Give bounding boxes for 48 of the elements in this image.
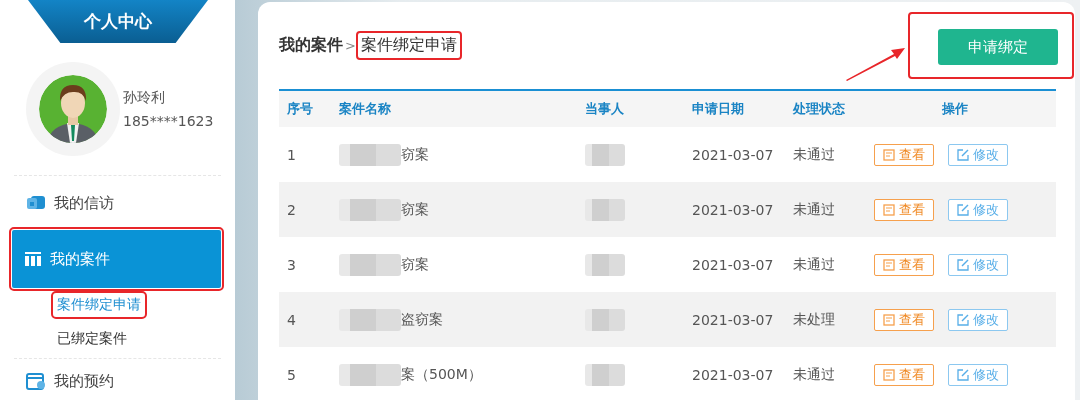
table-cell-text: 2021-03-07 [691, 365, 775, 385]
submenu-item[interactable]: 案件绑定申请 [54, 294, 144, 316]
table-cell: 窃案 [401, 145, 429, 164]
table-cell: 案（500M） [401, 365, 482, 384]
breadcrumb-separator: > [345, 38, 356, 53]
table-cell-text: 未通过 [792, 254, 836, 274]
column-header: 案件名称 [331, 91, 577, 127]
column-header: 处理状态 [785, 91, 866, 127]
view-button[interactable]: 查看 [874, 308, 934, 331]
table-cell-text: 3 [286, 255, 297, 275]
table-cell-text: 1 [286, 145, 297, 165]
table-cell: 盗窃案 [401, 310, 443, 329]
table-cell-text: 未通过 [792, 144, 836, 164]
table-cell: 未处理 [785, 292, 866, 347]
column-header: 操作 [866, 91, 1056, 127]
table-cell: 窃案 [401, 255, 429, 274]
table-cell-text: 5 [286, 365, 297, 385]
edit-button[interactable]: 修改 [948, 143, 1008, 166]
edit-button[interactable]: 修改 [948, 363, 1008, 386]
view-button[interactable]: 查看 [874, 143, 934, 166]
table-cell: 2021-03-07 [684, 292, 785, 347]
table-cell: 2 [279, 182, 331, 237]
table-cell: 未通过 [785, 182, 866, 237]
submenu-item[interactable]: 已绑定案件 [54, 328, 130, 350]
table-cell-text: 未通过 [792, 364, 836, 384]
column-header: 申请日期 [684, 91, 785, 127]
breadcrumb-current: 案件绑定申请 [357, 33, 460, 58]
apply-bind-button[interactable]: 申请绑定 [938, 29, 1058, 65]
column-header: 序号 [279, 91, 331, 127]
view-button[interactable]: 查看 [874, 363, 934, 386]
edit-button[interactable]: 修改 [948, 198, 1008, 221]
table-cell: 窃案 [401, 200, 429, 219]
sidebar-title: 个人中心 [28, 0, 208, 43]
breadcrumb-parent[interactable]: 我的案件 [279, 35, 343, 56]
edit-button[interactable]: 修改 [948, 253, 1008, 276]
menu-item[interactable]: 我的案件 [12, 230, 221, 288]
table-cell-text: 2021-03-07 [691, 255, 775, 275]
menu-item[interactable]: 我的信访 [0, 176, 235, 230]
view-button[interactable]: 查看 [874, 198, 934, 221]
user-name: 孙玲利 [123, 88, 166, 107]
table-cell-text: 2021-03-07 [691, 145, 775, 165]
table-cell: 4 [279, 292, 331, 347]
user-phone: 185****1623 [123, 112, 214, 131]
view-button[interactable]: 查看 [874, 253, 934, 276]
menu-item[interactable]: 我的预约 [0, 359, 235, 400]
edit-button[interactable]: 修改 [948, 308, 1008, 331]
column-header: 当事人 [577, 91, 684, 127]
table-cell: 2021-03-07 [684, 182, 785, 237]
